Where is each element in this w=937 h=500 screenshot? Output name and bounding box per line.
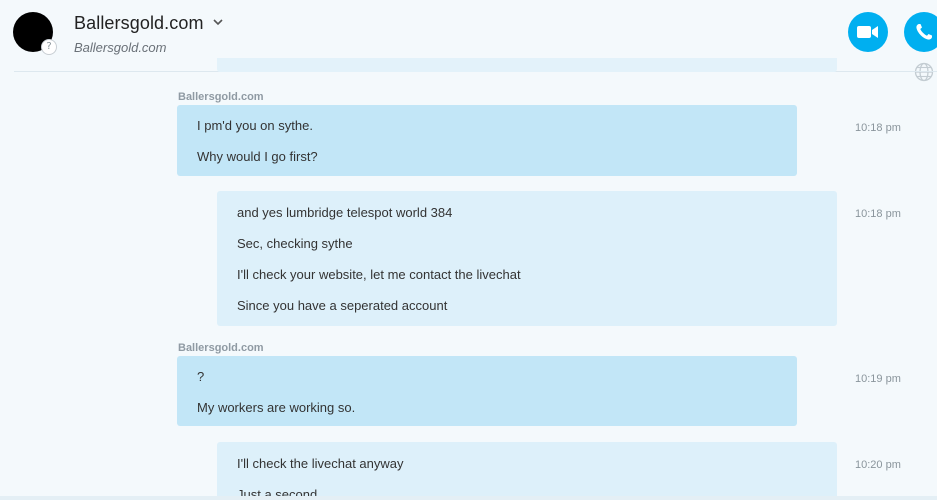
message-timestamp: 10:19 pm [855, 373, 901, 385]
globe-icon[interactable] [914, 62, 934, 82]
chat-window: ? Ballersgold.com Ballersgold.com Baller… [0, 0, 937, 500]
chevron-down-icon[interactable] [212, 16, 224, 28]
message-text: and yes lumbridge telespot world 384 [237, 205, 453, 220]
message-bubble-incoming[interactable]: I pm'd you on sythe. Why would I go firs… [177, 105, 797, 176]
message-timestamp: 10:20 pm [855, 459, 901, 471]
message-text: My workers are working so. [197, 400, 356, 415]
status-unknown-icon: ? [41, 39, 57, 55]
contact-name[interactable]: Ballersgold.com [74, 13, 204, 34]
message-text: Why would I go first? [197, 149, 318, 164]
message-text: I'll check your website, let me contact … [237, 267, 521, 282]
message-text: I'll check the livechat anyway [237, 456, 404, 471]
audio-call-button[interactable] [904, 12, 937, 52]
message-timestamp: 10:18 pm [855, 208, 901, 220]
status-symbol: ? [46, 41, 52, 52]
message-text: Sec, checking sythe [237, 236, 353, 251]
video-call-button[interactable] [848, 12, 888, 52]
message-bubble-incoming[interactable]: ? My workers are working so. [177, 356, 797, 426]
message-timestamp: 10:18 pm [855, 122, 901, 134]
sender-name: Ballersgold.com [178, 91, 264, 103]
phone-icon [916, 24, 932, 40]
message-text: ? [197, 369, 205, 384]
sender-name: Ballersgold.com [178, 342, 264, 354]
message-bubble-outgoing[interactable]: I'll check the livechat anyway Just a se… [217, 442, 837, 500]
video-icon [857, 26, 878, 38]
message-text: Since you have a seperated account [237, 298, 448, 313]
message-bubble-outgoing[interactable]: and yes lumbridge telespot world 384 Sec… [217, 191, 837, 326]
compose-area-edge [0, 496, 937, 500]
previous-message-bubble [217, 58, 837, 72]
message-text: I pm'd you on sythe. [197, 118, 313, 133]
contact-subtitle: Ballersgold.com [74, 40, 167, 55]
